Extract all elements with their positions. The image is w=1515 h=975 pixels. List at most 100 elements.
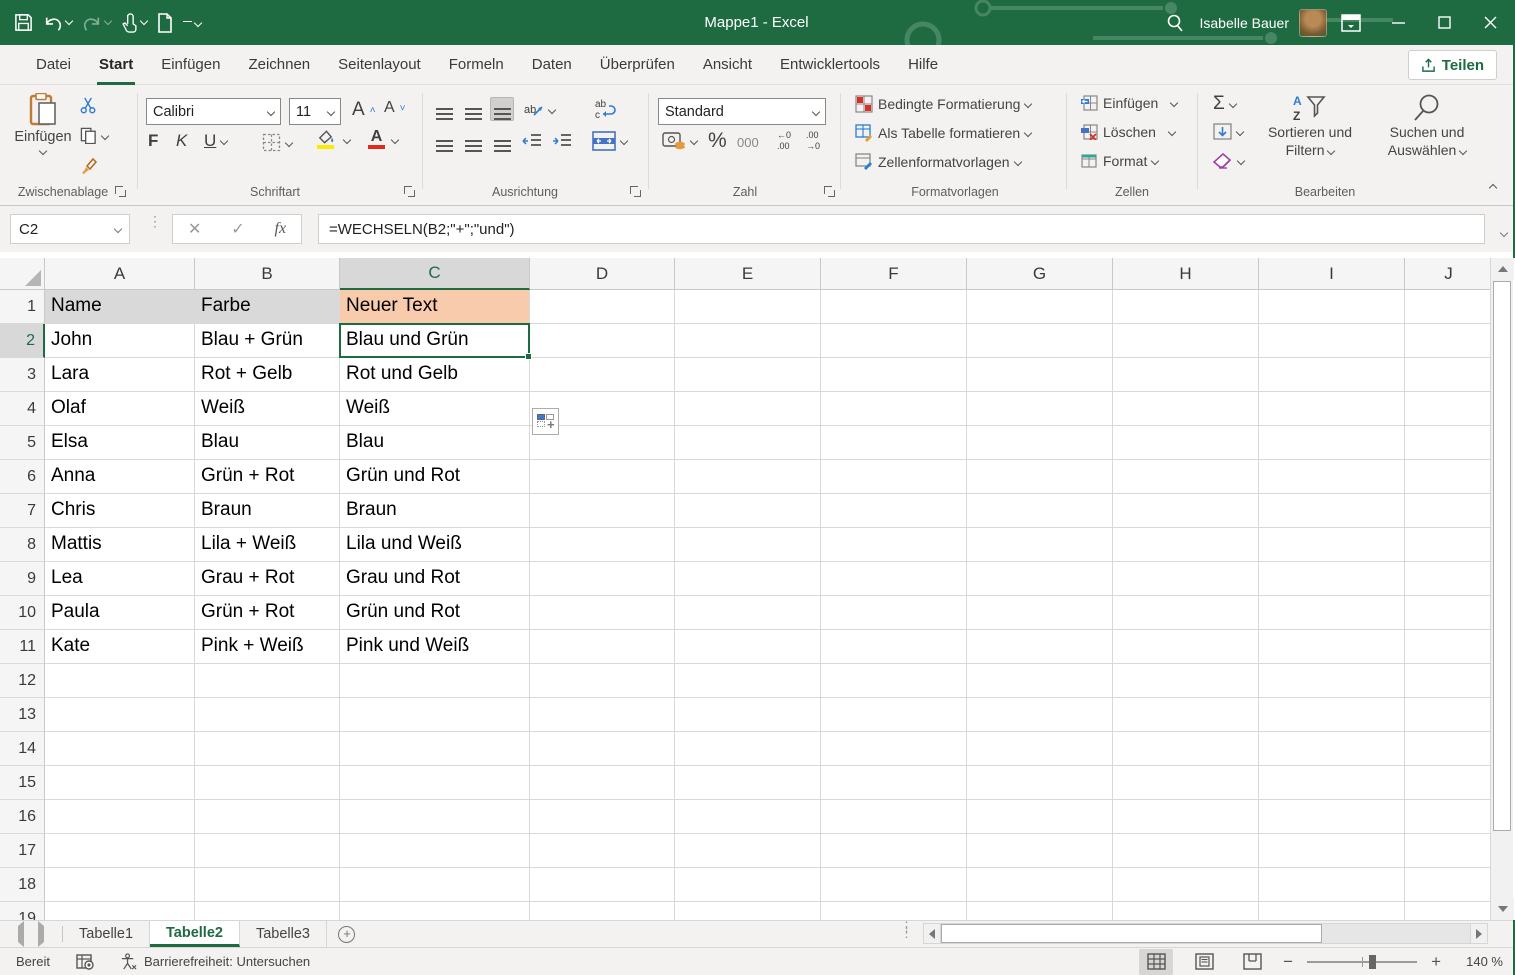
cell-G13[interactable]: [967, 698, 1113, 732]
column-header-I[interactable]: I: [1259, 258, 1405, 290]
merge-center-button[interactable]: [592, 131, 627, 151]
cell-E1[interactable]: [675, 290, 821, 324]
column-header-E[interactable]: E: [675, 258, 821, 290]
cell-A8[interactable]: Mattis: [45, 528, 195, 562]
cell-G11[interactable]: [967, 630, 1113, 664]
cell-E9[interactable]: [675, 562, 821, 596]
font-color-dropdown-icon[interactable]: [392, 137, 398, 143]
cell-I11[interactable]: [1259, 630, 1405, 664]
undo-dropdown-icon[interactable]: [65, 17, 73, 25]
cell-A10[interactable]: Paula: [45, 596, 195, 630]
cell-F7[interactable]: [821, 494, 967, 528]
touch-mode-button[interactable]: [121, 13, 147, 33]
cell-H15[interactable]: [1113, 766, 1259, 800]
cell-J14[interactable]: [1405, 732, 1493, 766]
cell-H2[interactable]: [1113, 324, 1259, 358]
cell-A1[interactable]: Name: [45, 290, 195, 324]
cell-G2[interactable]: [967, 324, 1113, 358]
cell-H11[interactable]: [1113, 630, 1259, 664]
user-name[interactable]: Isabelle Bauer: [1199, 15, 1299, 31]
cell-A2[interactable]: John: [45, 324, 195, 358]
ribbon-tab-zeichnen[interactable]: Zeichnen: [234, 45, 324, 85]
cell-I15[interactable]: [1259, 766, 1405, 800]
collapse-ribbon-button[interactable]: [1490, 181, 1496, 191]
ribbon-tab-hilfe[interactable]: Hilfe: [894, 45, 952, 85]
cell-F2[interactable]: [821, 324, 967, 358]
cell-I8[interactable]: [1259, 528, 1405, 562]
cell-D18[interactable]: [530, 868, 675, 902]
cell-G15[interactable]: [967, 766, 1113, 800]
cell-A9[interactable]: Lea: [45, 562, 195, 596]
row-header-15[interactable]: 15: [0, 766, 45, 800]
cell-I13[interactable]: [1259, 698, 1405, 732]
copy-dropdown-icon[interactable]: [101, 131, 109, 139]
cell-J12[interactable]: [1405, 664, 1493, 698]
redo-dropdown-icon[interactable]: [104, 17, 112, 25]
row-header-1[interactable]: 1: [0, 290, 45, 324]
page-break-preview-button[interactable]: [1235, 949, 1269, 975]
scroll-left-button[interactable]: [923, 923, 941, 944]
autosum-button[interactable]: Σ: [1213, 93, 1236, 115]
sheet-tab-tabelle1[interactable]: Tabelle1: [63, 921, 150, 947]
row-header-18[interactable]: 18: [0, 868, 45, 902]
decrease-decimal-button[interactable]: .00→0: [806, 129, 830, 151]
cell-A17[interactable]: [45, 834, 195, 868]
cell-D1[interactable]: [530, 290, 675, 324]
cell-J5[interactable]: [1405, 426, 1493, 460]
align-bottom-button[interactable]: [490, 97, 514, 121]
cell-H13[interactable]: [1113, 698, 1259, 732]
row-header-8[interactable]: 8: [0, 528, 45, 562]
cell-A19[interactable]: [45, 902, 195, 920]
row-header-19[interactable]: 19: [0, 902, 45, 920]
cell-D17[interactable]: [530, 834, 675, 868]
cell-E2[interactable]: [675, 324, 821, 358]
cell-I7[interactable]: [1259, 494, 1405, 528]
cell-H12[interactable]: [1113, 664, 1259, 698]
cell-C5[interactable]: Blau: [340, 426, 530, 460]
cell-J10[interactable]: [1405, 596, 1493, 630]
cell-H3[interactable]: [1113, 358, 1259, 392]
format-as-table-dropdown-icon[interactable]: [1024, 129, 1032, 137]
cell-A15[interactable]: [45, 766, 195, 800]
column-header-G[interactable]: G: [967, 258, 1113, 290]
scroll-down-button[interactable]: [1491, 898, 1514, 920]
cell-J1[interactable]: [1405, 290, 1493, 324]
row-header-11[interactable]: 11: [0, 630, 45, 664]
cell-E17[interactable]: [675, 834, 821, 868]
percent-style-button[interactable]: %: [708, 129, 727, 153]
cell-I5[interactable]: [1259, 426, 1405, 460]
cell-H16[interactable]: [1113, 800, 1259, 834]
cell-C10[interactable]: Grün und Rot: [340, 596, 530, 630]
cell-F17[interactable]: [821, 834, 967, 868]
font-dialog-launcher[interactable]: [402, 184, 416, 198]
vertical-scrollbar[interactable]: [1490, 258, 1513, 920]
row-header-12[interactable]: 12: [0, 664, 45, 698]
decrease-indent-button[interactable]: [522, 133, 542, 149]
cell-B2[interactable]: Blau + Grün: [195, 324, 340, 358]
zoom-in-button[interactable]: +: [1431, 952, 1441, 972]
cell-D9[interactable]: [530, 562, 675, 596]
cell-F13[interactable]: [821, 698, 967, 732]
cell-E18[interactable]: [675, 868, 821, 902]
cell-D11[interactable]: [530, 630, 675, 664]
cell-E13[interactable]: [675, 698, 821, 732]
cell-J13[interactable]: [1405, 698, 1493, 732]
cell-J4[interactable]: [1405, 392, 1493, 426]
fill-color-dropdown-icon[interactable]: [344, 137, 350, 143]
cell-D10[interactable]: [530, 596, 675, 630]
close-button[interactable]: [1467, 0, 1513, 45]
cell-I10[interactable]: [1259, 596, 1405, 630]
cell-G3[interactable]: [967, 358, 1113, 392]
underline-dropdown-icon[interactable]: [220, 137, 228, 145]
cell-F15[interactable]: [821, 766, 967, 800]
align-right-button[interactable]: [490, 129, 514, 153]
cell-G5[interactable]: [967, 426, 1113, 460]
cell-B1[interactable]: Farbe: [195, 290, 340, 324]
cell-C17[interactable]: [340, 834, 530, 868]
zoom-level[interactable]: 140 %: [1455, 954, 1503, 969]
cancel-entry-button[interactable]: ✕: [188, 219, 201, 239]
cell-G7[interactable]: [967, 494, 1113, 528]
cell-A11[interactable]: Kate: [45, 630, 195, 664]
accounting-format-button[interactable]: [662, 131, 697, 151]
cell-A14[interactable]: [45, 732, 195, 766]
